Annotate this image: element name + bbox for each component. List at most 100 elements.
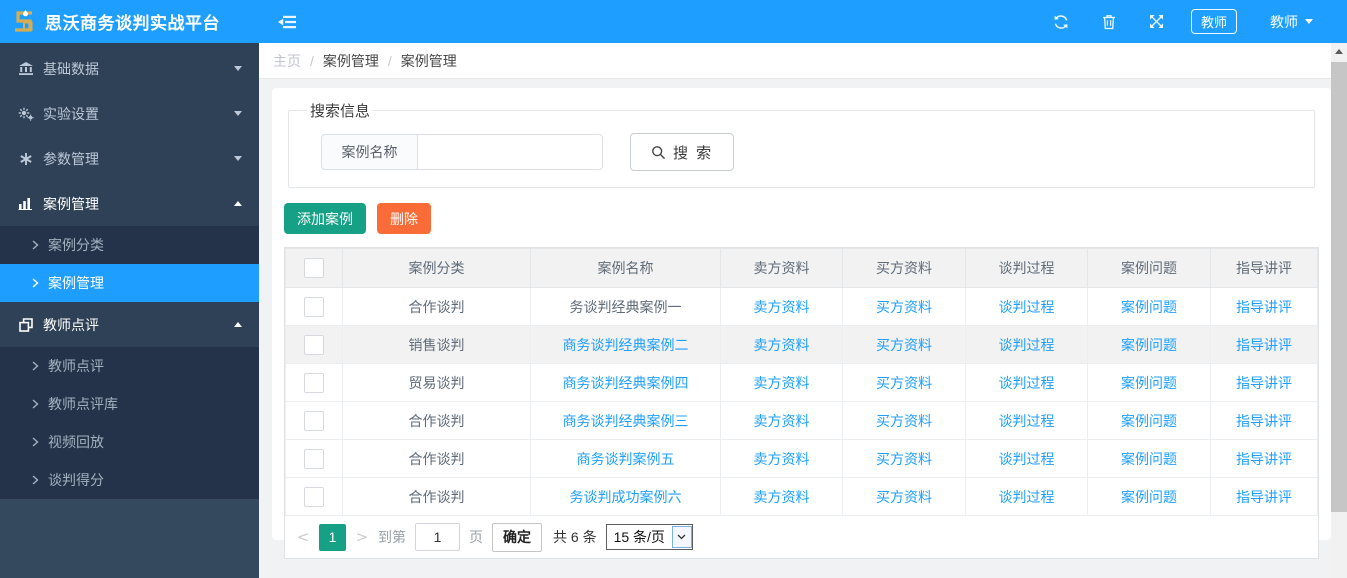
bar-chart-icon	[17, 197, 34, 210]
scroll-up-button[interactable]	[1331, 43, 1347, 59]
guidance-review-link[interactable]: 指导讲评	[1236, 451, 1292, 467]
buyer-material-link[interactable]: 买方资料	[876, 451, 932, 467]
buyer-material-link[interactable]: 买方资料	[876, 299, 932, 315]
negotiation-process-link[interactable]: 谈判过程	[999, 451, 1055, 467]
row-checkbox[interactable]	[304, 486, 324, 507]
buyer-material-link[interactable]: 买方资料	[876, 489, 932, 505]
buyer-material-link[interactable]: 买方资料	[876, 375, 932, 391]
refresh-icon[interactable]	[1053, 14, 1069, 30]
guidance-review-link[interactable]: 指导讲评	[1236, 413, 1292, 429]
sidebar-item-teacher-review[interactable]: 教师点评	[0, 347, 259, 385]
case-category: 合作谈判	[342, 439, 531, 478]
next-page-button[interactable]: >	[355, 528, 369, 546]
seller-material-link[interactable]: 卖方资料	[754, 337, 810, 353]
sidebar-item-basic-data[interactable]: 基础数据	[0, 46, 259, 91]
seller-material-link[interactable]: 卖方资料	[754, 451, 810, 467]
case-name-link[interactable]: 商务谈判案例五	[577, 451, 675, 467]
negotiation-process-link[interactable]: 谈判过程	[999, 299, 1055, 315]
column-header: 案例问题	[1087, 248, 1211, 288]
sidebar-item-video-playback[interactable]: 视频回放	[0, 423, 259, 461]
sidebar-item-experiment-settings[interactable]: 实验设置	[0, 91, 259, 136]
chevron-down-icon	[234, 66, 242, 71]
scrollbar-thumb[interactable]	[1331, 62, 1347, 512]
table-row: 贸易谈判 商务谈判经典案例四 卖方资料 买方资料 谈判过程 案例问题 指导讲评	[285, 363, 1318, 402]
case-name-link[interactable]: 商务谈判经典案例二	[563, 337, 689, 353]
case-name-link[interactable]: 务谈判成功案例六	[570, 489, 682, 505]
guidance-review-link[interactable]: 指导讲评	[1236, 337, 1292, 353]
scrollbar[interactable]	[1331, 43, 1347, 578]
case-question-link[interactable]: 案例问题	[1121, 489, 1177, 505]
table-row: 合作谈判 商务谈判案例五 卖方资料 买方资料 谈判过程 案例问题 指导讲评	[285, 439, 1318, 478]
row-checkbox[interactable]	[304, 372, 324, 393]
row-checkbox[interactable]	[304, 448, 324, 469]
seller-material-link[interactable]: 卖方资料	[754, 489, 810, 505]
case-name-link[interactable]: 商务谈判经典案例三	[563, 413, 689, 429]
sidebar-item-case-category[interactable]: 案例分类	[0, 226, 259, 264]
seller-material-link[interactable]: 卖方资料	[754, 413, 810, 429]
search-button[interactable]: 搜 索	[630, 133, 735, 171]
case-question-link[interactable]: 案例问题	[1121, 413, 1177, 429]
sidebar-item-label: 教师点评	[43, 316, 99, 333]
sidebar: 思沃商务谈判实战平台 基础数据 实验设置 参数管理 案例管理 案例分类 案例管理…	[0, 0, 259, 578]
sidebar-item-case-management-group[interactable]: 案例管理	[0, 181, 259, 226]
case-name-link[interactable]: 商务谈判经典案例四	[563, 375, 689, 391]
row-checkbox[interactable]	[304, 334, 324, 355]
fullscreen-icon[interactable]	[1149, 14, 1164, 29]
seller-material-link[interactable]: 卖方资料	[754, 375, 810, 391]
sidebar-item-case-management[interactable]: 案例管理	[0, 264, 259, 302]
negotiation-process-link[interactable]: 谈判过程	[999, 337, 1055, 353]
negotiation-process-link[interactable]: 谈判过程	[999, 375, 1055, 391]
pagination: < 1 > 到第 页 确定 共 6 条 15 条/页	[285, 516, 1318, 558]
guidance-review-link[interactable]: 指导讲评	[1236, 489, 1292, 505]
page-number-button[interactable]: 1	[319, 523, 346, 551]
gears-icon	[17, 107, 34, 121]
case-name-label: 案例名称	[321, 134, 417, 170]
sidebar-menu: 基础数据 实验设置 参数管理 案例管理 案例分类 案例管理 教师点评 教师点评 …	[0, 43, 259, 499]
delete-button[interactable]: 删除	[377, 203, 431, 234]
buyer-material-link[interactable]: 买方资料	[876, 413, 932, 429]
guidance-review-link[interactable]: 指导讲评	[1236, 299, 1292, 315]
collapse-menu-icon[interactable]	[278, 15, 297, 29]
guidance-review-link[interactable]: 指导讲评	[1236, 375, 1292, 391]
select-all-checkbox[interactable]	[304, 258, 324, 278]
column-header: 案例名称	[530, 248, 721, 288]
breadcrumb-item: 案例管理	[400, 52, 457, 69]
app-title: 思沃商务谈判实战平台	[45, 14, 220, 33]
chevron-right-icon	[32, 399, 39, 409]
page-unit-label: 页	[469, 529, 483, 545]
negotiation-process-link[interactable]: 谈判过程	[999, 489, 1055, 505]
row-checkbox[interactable]	[304, 296, 324, 317]
goto-page-input[interactable]	[415, 523, 460, 551]
case-question-link[interactable]: 案例问题	[1121, 451, 1177, 467]
table-row: 合作谈判 务谈判经典案例一 卖方资料 买方资料 谈判过程 案例问题 指导讲评	[285, 287, 1318, 326]
sidebar-item-negotiation-score[interactable]: 谈判得分	[0, 461, 259, 499]
case-name-input[interactable]	[417, 134, 603, 170]
sidebar-item-parameter-management[interactable]: 参数管理	[0, 136, 259, 181]
add-case-button[interactable]: 添加案例	[284, 203, 366, 234]
trash-icon[interactable]	[1102, 14, 1116, 30]
asterisk-icon	[17, 152, 34, 166]
confirm-page-button[interactable]: 确定	[492, 522, 542, 552]
sidebar-item-teacher-review-library[interactable]: 教师点评库	[0, 385, 259, 423]
page-size-select[interactable]: 15 条/页	[605, 524, 693, 550]
sidebar-item-teacher-review-group[interactable]: 教师点评	[0, 302, 259, 347]
table-row: 合作谈判 商务谈判经典案例三 卖方资料 买方资料 谈判过程 案例问题 指导讲评	[285, 401, 1318, 440]
case-question-link[interactable]: 案例问题	[1121, 375, 1177, 391]
seller-material-link[interactable]: 卖方资料	[754, 299, 810, 315]
user-menu[interactable]: 教师	[1270, 12, 1313, 32]
chevron-down-icon	[234, 111, 242, 116]
role-badge[interactable]: 教师	[1190, 9, 1237, 34]
negotiation-process-link[interactable]: 谈判过程	[999, 413, 1055, 429]
teacher-review-submenu: 教师点评 教师点评库 视频回放 谈判得分	[0, 347, 259, 499]
case-table: 案例分类 案例名称 卖方资料 买方资料 谈判过程 案例问题 指导讲评 合作谈判 …	[285, 248, 1318, 516]
breadcrumb-home[interactable]: 主页	[273, 51, 301, 71]
search-icon	[652, 145, 666, 159]
buyer-material-link[interactable]: 买方资料	[876, 337, 932, 353]
column-header: 卖方资料	[720, 248, 843, 288]
row-checkbox[interactable]	[304, 410, 324, 431]
username: 教师	[1270, 13, 1298, 30]
prev-page-button[interactable]: <	[296, 528, 310, 546]
case-category: 合作谈判	[342, 477, 531, 516]
case-question-link[interactable]: 案例问题	[1121, 337, 1177, 353]
case-question-link[interactable]: 案例问题	[1121, 299, 1177, 315]
